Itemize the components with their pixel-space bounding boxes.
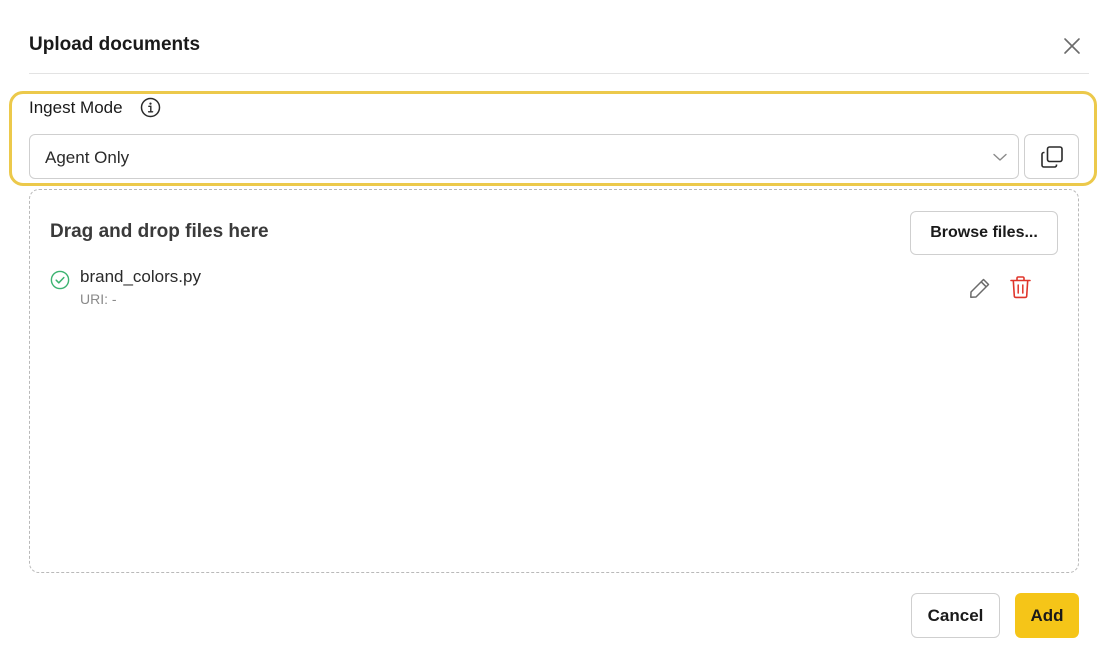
chevron-down-icon bbox=[993, 153, 1007, 161]
close-button[interactable] bbox=[1059, 33, 1085, 59]
close-icon bbox=[1064, 38, 1080, 54]
file-uri: URI: - bbox=[80, 291, 117, 307]
trash-icon[interactable] bbox=[1009, 275, 1032, 299]
ingest-mode-label: Ingest Mode bbox=[29, 98, 123, 117]
cancel-button[interactable]: Cancel bbox=[911, 593, 1000, 638]
browse-files-button[interactable]: Browse files... bbox=[910, 211, 1058, 255]
copy-button[interactable] bbox=[1024, 134, 1079, 179]
dropzone-title: Drag and drop files here bbox=[50, 221, 269, 242]
info-icon[interactable] bbox=[140, 97, 161, 118]
ingest-mode-value: Agent Only bbox=[45, 148, 130, 167]
dialog-title: Upload documents bbox=[29, 34, 201, 55]
pencil-icon[interactable] bbox=[968, 276, 992, 300]
copy-icon bbox=[1040, 145, 1063, 168]
file-name: brand_colors.py bbox=[80, 267, 201, 286]
header-divider bbox=[29, 73, 1089, 74]
check-circle-icon bbox=[50, 270, 70, 290]
ingest-mode-select[interactable]: Agent Only bbox=[29, 134, 1019, 179]
upload-dialog: Upload documents Ingest Mode Agent Only … bbox=[0, 0, 1118, 665]
add-button[interactable]: Add bbox=[1015, 593, 1079, 638]
